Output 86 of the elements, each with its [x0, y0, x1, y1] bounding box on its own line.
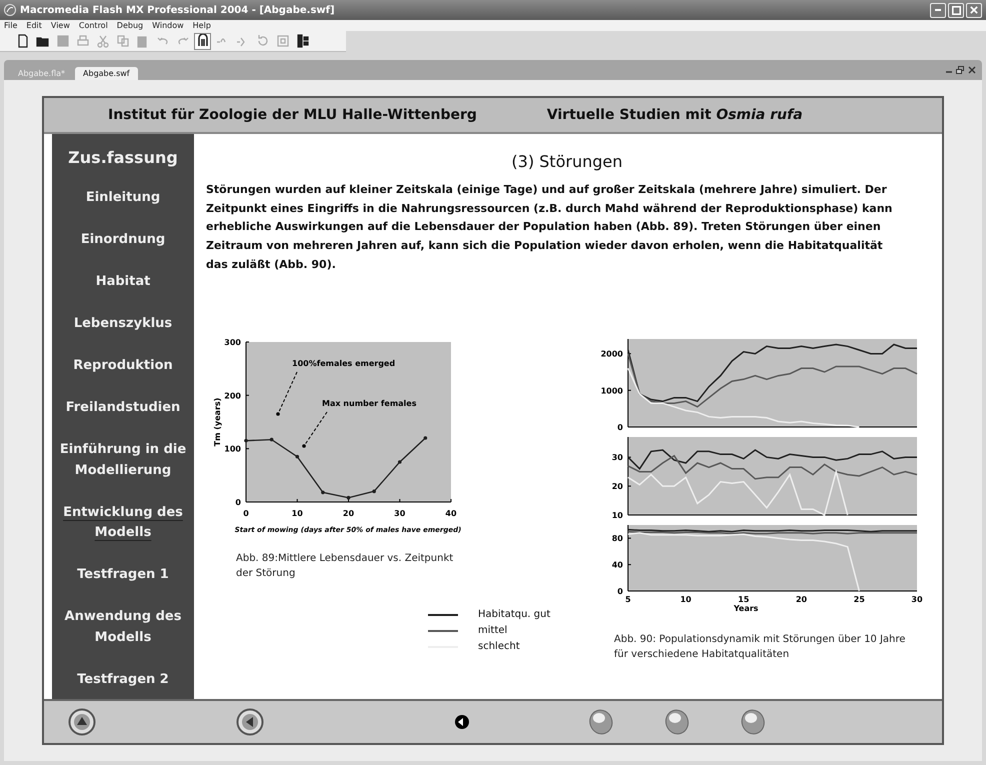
minimize-icon[interactable] [946, 71, 952, 73]
data-point [270, 438, 274, 442]
menu-item[interactable]: Edit [26, 21, 42, 30]
tick-label: 20 [342, 509, 354, 518]
tick-label: 10 [612, 511, 623, 520]
tick-label: 0 [235, 498, 241, 508]
document-tab[interactable]: Abgabe.swf [75, 67, 138, 80]
tick-label: 30 [612, 454, 623, 463]
data-point [372, 490, 376, 494]
sidebar-item[interactable]: Anwendung des Modells [52, 607, 194, 649]
sidebar-item[interactable]: Lebenszyklus [72, 314, 174, 335]
minimize-button[interactable] [930, 2, 946, 18]
menu-item[interactable]: File [4, 21, 18, 30]
tick-label: 40 [445, 509, 457, 518]
annotation-arrow [302, 412, 328, 448]
sidebar-item[interactable]: Reproduktion [71, 356, 175, 377]
tick-label: 0 [243, 509, 249, 518]
institute-title: Institut für Zoologie der MLU Halle-Wittenberg [108, 107, 477, 123]
sidebar-item[interactable]: Habitat [94, 272, 152, 293]
tick-label: 5 [625, 595, 631, 604]
legend-label: schlecht [478, 641, 520, 652]
axis-label: Tm (years) [213, 398, 222, 447]
menu-item[interactable]: View [50, 21, 70, 30]
tick-label: 10 [292, 509, 303, 518]
sidebar-item[interactable]: Einordnung [78, 230, 168, 251]
page-title: (3) Störungen [510, 152, 624, 171]
restore-icon[interactable] [956, 66, 964, 74]
data-point [398, 460, 402, 464]
axis-label: Years [734, 604, 758, 614]
menu-item[interactable]: Help [192, 21, 211, 30]
figure-caption: Abb. 90: Populationsdynamik mit Störungen über 10 Jahre für verschiedene Habitatqualitäten [614, 633, 906, 662]
summary-link[interactable]: Zus.fassung [68, 148, 178, 167]
sidebar-item[interactable]: Testfragen 2 [75, 670, 171, 691]
tick-label: 300 [224, 338, 241, 348]
tick-label: 25 [854, 595, 865, 604]
tick-label: 2000 [600, 350, 623, 360]
circle-arrow-button[interactable] [454, 714, 470, 730]
sidebar-item[interactable]: Einführung in die Modellierung [52, 440, 194, 482]
tick-label: 30 [911, 595, 923, 604]
tick-label: 15 [738, 595, 750, 604]
figure-caption: Abb. 89:Mittlere Lebensdauer vs. Zeitpunkt der Störung [236, 552, 454, 582]
y-axis [628, 524, 632, 592]
sidebar-item[interactable]: Einleitung [84, 188, 162, 209]
tick-label: 20 [796, 595, 807, 604]
tick-label: 1000 [600, 386, 623, 396]
round-button[interactable] [588, 708, 614, 736]
data-point [424, 436, 428, 440]
menu-item[interactable]: Control [78, 21, 108, 30]
close-icon[interactable] [968, 66, 976, 74]
tick-label: 20 [612, 482, 623, 492]
legend-label: Habitatqu. gut [478, 609, 550, 620]
maximize-button[interactable] [948, 2, 964, 18]
tick-label: 30 [394, 509, 406, 518]
menu-item[interactable]: Debug [116, 21, 144, 30]
round-button[interactable] [740, 708, 766, 736]
body-paragraph: Störungen wurden auf kleiner Zeitskala (einige Tage) und auf großer Zeitskala (mehrere Jahre) simuliert. Der Zeitpunkt eines Eingriffs in die Nahrungsressourcen (z.B. durch Mahd während der Reproduktionsphase) kann erhebliche Auswirkungen auf die Lebensdauer der Population haben (Abb. 89). Treten Störungen über einen Zeitraum von mehreren Jahren auf, kann sich die Population wieder davon erholen, wenn die Habitatqualität das zuläßt (Abb. 90). [206, 182, 894, 273]
tick-label: 0 [617, 587, 623, 596]
annotation-arrow [276, 372, 298, 416]
tick-label: 200 [224, 392, 241, 401]
tick-label: 100 [224, 445, 241, 454]
legend-label: mittel [478, 625, 508, 636]
sidebar-item[interactable]: Testfragen 1 [75, 565, 171, 586]
tick-label: 40 [612, 561, 623, 570]
data-point [321, 491, 325, 495]
snap-icon[interactable] [194, 32, 211, 50]
tick-label: 10 [680, 595, 692, 604]
course-title: Virtuelle Studien mit Osmia rufa [546, 107, 803, 123]
chart-annotation: 100%females emerged [292, 359, 396, 368]
maximize-icon [952, 6, 960, 14]
close-icon [970, 6, 978, 14]
window-title: Macromedia Flash MX Professional 2004 - [Abgabe.swf] [20, 4, 336, 16]
data-point [295, 455, 300, 459]
minimize-icon [935, 9, 941, 11]
tick-label: 0 [617, 423, 623, 432]
tick-label: 80 [612, 534, 623, 544]
chart-annotation: Max number females [322, 399, 416, 408]
back-arrow-button[interactable] [236, 708, 264, 736]
up-arrow-button[interactable] [68, 708, 96, 736]
round-button[interactable] [664, 708, 690, 736]
sidebar-item[interactable]: Entwicklung des Modells [52, 502, 194, 544]
data-point [244, 439, 248, 443]
data-point [346, 496, 350, 500]
menu-item[interactable]: Window [152, 21, 184, 30]
app-logo-icon [4, 4, 16, 16]
close-button[interactable] [966, 2, 982, 18]
sidebar-item[interactable]: Freilandstudien [64, 398, 182, 419]
